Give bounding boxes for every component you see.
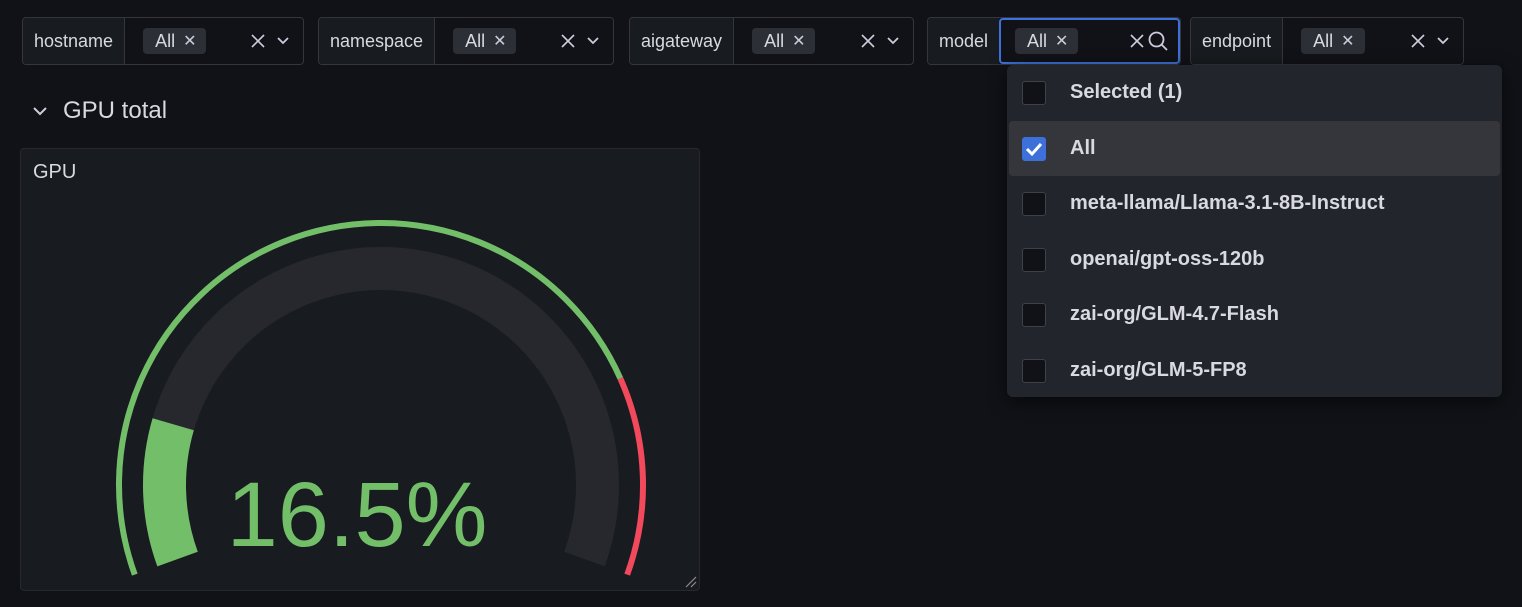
option-all[interactable]: All [1009, 121, 1500, 176]
resize-handle-icon[interactable] [683, 574, 697, 588]
search-icon[interactable] [1148, 31, 1168, 51]
chevron-down-icon[interactable] [587, 37, 599, 45]
chip-label: All [1027, 30, 1048, 51]
value-chip: All ✕ [1301, 28, 1365, 54]
variable-value-picker[interactable]: All ✕ [1283, 18, 1463, 64]
variable-endpoint: endpoint All ✕ [1190, 17, 1464, 65]
chip-label: All [1313, 30, 1334, 51]
variable-label: namespace [319, 18, 436, 64]
option-checkbox[interactable] [1022, 302, 1046, 327]
variable-namespace: namespace All ✕ [318, 17, 614, 65]
option-checkbox[interactable] [1022, 136, 1046, 161]
checkmark-icon [1025, 142, 1043, 156]
section-title: GPU total [63, 97, 168, 124]
option-checkbox[interactable] [1022, 358, 1046, 383]
chip-label: All [764, 30, 785, 51]
variable-value-picker[interactable]: All ✕ [435, 18, 613, 64]
value-chip: All ✕ [453, 28, 517, 54]
variable-label: aigateway [630, 18, 735, 64]
gauge-panel[interactable]: GPU 16.5% [20, 148, 700, 591]
clear-icon[interactable] [251, 34, 265, 48]
clear-icon[interactable] [861, 34, 875, 48]
value-chip: All ✕ [752, 28, 816, 54]
chevron-down-icon[interactable] [33, 106, 47, 116]
variable-value-picker[interactable]: All ✕ [999, 18, 1180, 64]
variable-model: model All ✕ [927, 17, 1181, 65]
option-checkbox[interactable] [1022, 247, 1046, 272]
variable-label: hostname [23, 18, 126, 64]
option-item[interactable]: meta-llama/Llama-3.1-8B-Instruct [1007, 176, 1502, 231]
variable-hostname: hostname All ✕ [22, 17, 304, 65]
selected-count-header[interactable]: Selected (1) [1007, 65, 1502, 120]
model-options-dropdown: Selected (1) All meta-llama/Llama-3.1-8B… [1007, 65, 1502, 397]
option-label: meta-llama/Llama-3.1-8B-Instruct [1070, 192, 1385, 214]
gauge-chart: 16.5% [116, 220, 646, 576]
variable-label: endpoint [1191, 18, 1284, 64]
chip-label: All [155, 30, 176, 51]
option-label: zai-org/GLM-5-FP8 [1070, 359, 1247, 381]
variable-value-picker[interactable]: All ✕ [125, 18, 303, 64]
value-chip: All ✕ [1015, 28, 1079, 54]
section-header[interactable]: GPU total [33, 97, 167, 125]
chevron-down-icon[interactable] [887, 37, 899, 45]
variable-label: model [928, 18, 1000, 64]
option-label: zai-org/GLM-4.7-Flash [1070, 303, 1279, 325]
option-item[interactable]: openai/gpt-oss-120b [1007, 232, 1502, 287]
option-label: All [1070, 137, 1096, 159]
close-icon[interactable]: ✕ [792, 31, 805, 51]
option-label: openai/gpt-oss-120b [1070, 248, 1265, 270]
close-icon[interactable]: ✕ [183, 31, 196, 51]
select-all-checkbox[interactable] [1022, 80, 1046, 105]
gauge-value-text: 16.5% [227, 464, 488, 566]
chip-label: All [465, 30, 486, 51]
option-item[interactable]: zai-org/GLM-5-FP8 [1007, 343, 1502, 398]
option-checkbox[interactable] [1022, 191, 1046, 216]
option-item[interactable]: zai-org/GLM-4.7-Flash [1007, 287, 1502, 342]
chevron-down-icon[interactable] [277, 37, 289, 45]
variable-value-picker[interactable]: All ✕ [734, 18, 913, 64]
variable-aigateway: aigateway All ✕ [629, 17, 914, 65]
gauge-threshold-red [617, 377, 646, 576]
clear-icon[interactable] [561, 34, 575, 48]
close-icon[interactable]: ✕ [1055, 31, 1068, 51]
chevron-down-icon[interactable] [1437, 37, 1449, 45]
clear-icon[interactable] [1411, 34, 1425, 48]
close-icon[interactable]: ✕ [1341, 31, 1354, 51]
close-icon[interactable]: ✕ [493, 31, 506, 51]
gauge-value-arc [142, 418, 198, 567]
clear-icon[interactable] [1130, 34, 1144, 48]
option-label: Selected (1) [1070, 81, 1183, 103]
value-chip: All ✕ [143, 28, 207, 54]
